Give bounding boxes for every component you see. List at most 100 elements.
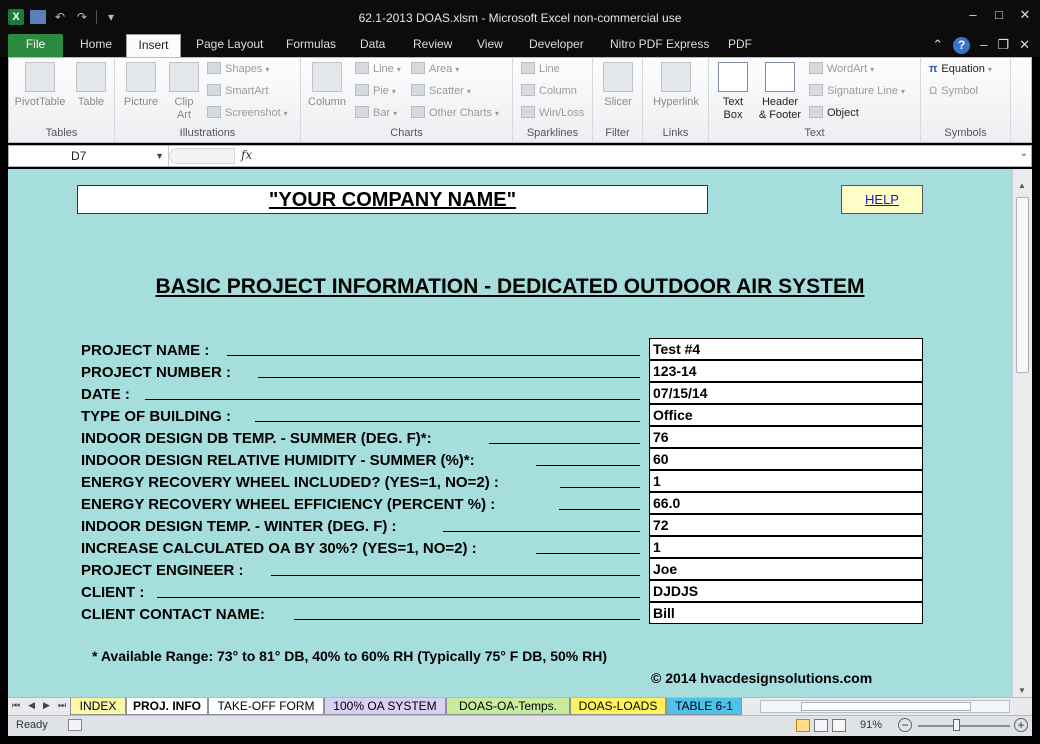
tab-pdf[interactable]: PDF [720, 34, 760, 57]
normal-view-icon[interactable] [796, 719, 810, 732]
tab-file[interactable]: File [8, 34, 63, 57]
scroll-thumb[interactable] [1016, 197, 1029, 373]
tab-review[interactable]: Review [405, 34, 460, 57]
value-cell-increase-oa[interactable]: 1 [649, 536, 923, 558]
name-box[interactable]: D7 ▼ [9, 146, 169, 166]
value-cell-winter-temp[interactable]: 72 [649, 514, 923, 536]
column-chart-button[interactable]: Column [305, 62, 349, 109]
ribbon-minimize-icon[interactable]: ⌃ [932, 37, 943, 54]
column-label: Column [308, 96, 346, 108]
symbol-button[interactable]: Ω Symbol [929, 83, 978, 99]
last-sheet-icon[interactable]: ⏭ [58, 700, 66, 711]
tab-insert[interactable]: Insert [126, 34, 181, 57]
zoom-in-icon[interactable]: + [1014, 718, 1028, 732]
value-cell-summer-rh[interactable]: 60 [649, 448, 923, 470]
value-cell-erw-efficiency[interactable]: 66.0 [649, 492, 923, 514]
column-chart-icon [312, 62, 342, 92]
value-cell-project-number[interactable]: 123-14 [649, 360, 923, 382]
value-cell-date[interactable]: 07/15/14 [649, 382, 923, 404]
sheet-tab-take-off-form[interactable]: TAKE-OFF FORM [208, 698, 324, 715]
line-chart-button[interactable]: Line ▾ [355, 61, 401, 77]
zoom-slider[interactable] [918, 725, 1010, 727]
minimize-icon[interactable]: – [964, 8, 982, 22]
workbook-restore-icon[interactable]: ❐ [997, 37, 1009, 54]
insert-function-icon[interactable]: fx [241, 148, 252, 162]
macro-record-icon[interactable] [68, 719, 82, 731]
sheet-tab-doas-oa-temps[interactable]: DOAS-OA-Temps. [446, 698, 570, 715]
help-button[interactable]: HELP [841, 185, 923, 214]
next-sheet-icon[interactable]: ▶ [43, 700, 50, 711]
shapes-button[interactable]: Shapes ▾ [207, 61, 269, 77]
window-title: 62.1-2013 DOAS.xlsm - Microsoft Excel no… [358, 11, 682, 25]
horizontal-scroll-thumb[interactable] [801, 702, 971, 711]
tab-home[interactable]: Home [72, 34, 120, 57]
object-button[interactable]: Object [809, 105, 859, 121]
signature-line-button[interactable]: Signature Line ▾ [809, 83, 905, 99]
tab-formulas[interactable]: Formulas [278, 34, 344, 57]
maximize-icon[interactable]: □ [990, 8, 1008, 22]
screenshot-button[interactable]: Screenshot ▾ [207, 105, 288, 121]
picture-button[interactable]: Picture [119, 62, 163, 109]
sparkline-column-button[interactable]: Column [521, 83, 577, 99]
value-cell-client[interactable]: DJDJS [649, 580, 923, 602]
worksheet[interactable]: "YOUR COMPANY NAME" HELP BASIC PROJECT I… [8, 169, 1012, 697]
prev-sheet-icon[interactable]: ◀ [28, 700, 35, 711]
value-cell-erw-included[interactable]: 1 [649, 470, 923, 492]
equation-button[interactable]: π Equation ▾ [929, 61, 992, 77]
vertical-scrollbar[interactable]: ▲ ▼ [1012, 169, 1032, 697]
tab-developer[interactable]: Developer [521, 34, 592, 57]
value-cell-project-name[interactable]: Test #4 [649, 338, 923, 360]
sheet-tab-proj-info[interactable]: PROJ. INFO [126, 698, 208, 715]
clipart-button[interactable]: Clip Art [167, 62, 201, 122]
header-footer-button[interactable]: Header & Footer [755, 62, 805, 122]
chevron-down-icon[interactable]: ▼ [155, 146, 164, 166]
hyperlink-button[interactable]: Hyperlink [647, 62, 705, 109]
leader-line [560, 487, 640, 488]
scroll-up-icon[interactable]: ▲ [1018, 181, 1026, 190]
table-button[interactable]: Table [71, 62, 111, 109]
workbook-close-icon[interactable]: ✕ [1019, 37, 1030, 54]
zoom-slider-thumb[interactable] [953, 719, 960, 731]
group-label: Symbols [944, 127, 987, 139]
sheet-tab-100-oa-system[interactable]: 100% OA SYSTEM [324, 698, 446, 715]
group-label: Links [662, 127, 689, 139]
sparkline-winloss-button[interactable]: Win/Loss [521, 105, 584, 121]
sheet-tab-table-6-1[interactable]: TABLE 6-1 [666, 698, 742, 715]
pie-chart-button[interactable]: Pie ▾ [355, 83, 396, 99]
bar-label: Bar [373, 107, 391, 119]
expand-formula-icon[interactable]: ⌄ [1020, 148, 1028, 159]
other-charts-button[interactable]: Other Charts ▾ [411, 105, 499, 121]
wordart-button[interactable]: WordArt ▾ [809, 61, 874, 77]
close-icon[interactable]: ✕ [1016, 8, 1034, 22]
workbook-minimize-icon[interactable]: – [980, 37, 987, 54]
tab-page-layout[interactable]: Page Layout [188, 34, 271, 57]
horizontal-scrollbar[interactable] [760, 700, 1010, 713]
sparkline-line-button[interactable]: Line [521, 61, 560, 77]
value-cell-summer-db[interactable]: 76 [649, 426, 923, 448]
page-break-view-icon[interactable] [832, 719, 846, 732]
sheet-tab-doas-loads[interactable]: DOAS-LOADS [570, 698, 666, 715]
slicer-button[interactable]: Slicer [597, 62, 639, 109]
value-cell-client-contact[interactable]: Bill [649, 602, 923, 624]
value-cell-engineer[interactable]: Joe [649, 558, 923, 580]
zoom-out-icon[interactable]: − [898, 718, 912, 732]
scroll-down-icon[interactable]: ▼ [1018, 686, 1026, 695]
title-bar: X ↶ ↷ ▾ 62.1-2013 DOAS.xlsm - Microsoft … [0, 0, 1040, 34]
page-layout-view-icon[interactable] [814, 719, 828, 732]
smartart-button[interactable]: SmartArt [207, 83, 268, 99]
value-cell-building-type[interactable]: Office [649, 404, 923, 426]
tab-data[interactable]: Data [352, 34, 393, 57]
first-sheet-icon[interactable]: ⏮ [12, 700, 20, 711]
bar-chart-button[interactable]: Bar ▾ [355, 105, 397, 121]
scatter-chart-button[interactable]: Scatter ▾ [411, 83, 471, 99]
formula-input[interactable] [261, 146, 1011, 166]
sheet-tab-index[interactable]: INDEX [70, 698, 126, 715]
pivottable-button[interactable]: PivotTable [11, 62, 69, 109]
tab-nitro-pdf[interactable]: Nitro PDF Express [602, 34, 717, 57]
help-icon[interactable]: ? [953, 37, 971, 54]
textbox-button[interactable]: Text Box [713, 62, 753, 122]
area-chart-button[interactable]: Area ▾ [411, 61, 459, 77]
sparkline-column-icon [521, 84, 535, 96]
zoom-level[interactable]: 91% [860, 719, 882, 731]
tab-view[interactable]: View [469, 34, 511, 57]
